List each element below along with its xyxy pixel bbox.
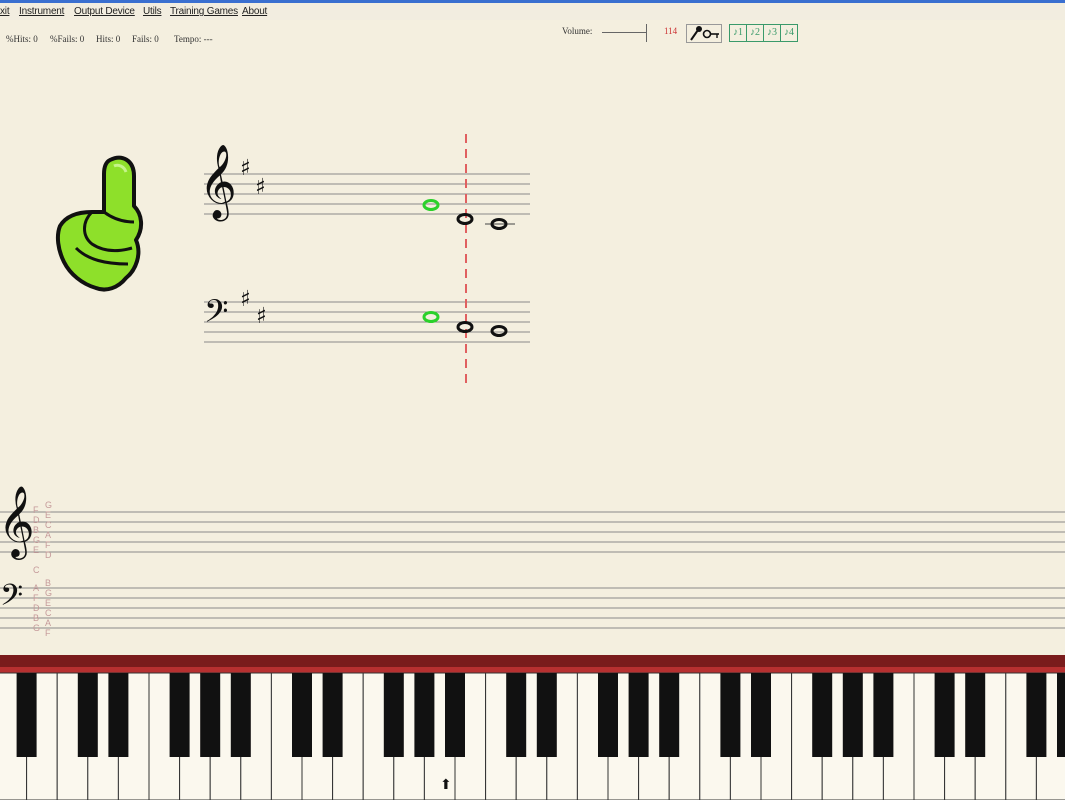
black-key[interactable] xyxy=(506,673,527,757)
note-label: C xyxy=(45,608,52,618)
track-toggle-2[interactable]: ♪2 xyxy=(746,24,764,42)
mic-key-icon xyxy=(690,26,719,41)
black-key[interactable] xyxy=(965,673,986,757)
black-key[interactable] xyxy=(200,673,221,757)
black-key[interactable] xyxy=(1026,673,1047,757)
menu-exit[interactable]: xit xyxy=(0,6,10,17)
note-label: G xyxy=(33,535,41,545)
whole-note xyxy=(456,213,474,225)
thumbs-up-icon xyxy=(55,155,143,292)
note-label: C xyxy=(45,520,52,530)
whole-note xyxy=(490,325,508,337)
black-key[interactable] xyxy=(812,673,833,757)
reference-bass-clef-icon: 𝄢 xyxy=(0,579,24,620)
black-key[interactable] xyxy=(842,673,863,757)
black-key[interactable] xyxy=(383,673,404,757)
pct-fails-stat: %Fails: 0 xyxy=(50,34,85,44)
note-label: F xyxy=(33,505,39,515)
mic-key-button[interactable] xyxy=(686,24,722,43)
black-key[interactable] xyxy=(292,673,312,757)
treble-clef-icon: 𝄞 xyxy=(199,145,237,219)
black-key[interactable] xyxy=(873,673,894,757)
note-label: E xyxy=(45,598,52,608)
up-arrow-icon: ⬆ xyxy=(440,777,452,793)
note-label: E xyxy=(33,545,40,555)
volume-thumb[interactable] xyxy=(646,24,653,42)
piano-top-strip xyxy=(0,667,1065,673)
sharp-icon: ♯ xyxy=(240,156,251,181)
note-label: A xyxy=(45,530,52,540)
volume-value: 114 xyxy=(664,26,678,36)
black-key[interactable] xyxy=(628,673,649,757)
bass-clef-icon: 𝄢 xyxy=(204,293,229,337)
note-label: F xyxy=(45,628,51,638)
bass-staff xyxy=(204,301,530,343)
note-label: A xyxy=(33,583,40,593)
black-key[interactable] xyxy=(536,673,557,757)
black-key[interactable] xyxy=(108,673,129,757)
track-toggle-4[interactable]: ♪4 xyxy=(780,24,798,42)
note-label: A xyxy=(45,618,52,628)
tempo-stat: Tempo: --- xyxy=(174,34,213,44)
track-toggle-group: ♪1 ♪2 ♪3 ♪4 xyxy=(729,24,799,42)
track-toggle-1[interactable]: ♪1 xyxy=(729,24,747,42)
reference-bass-staff xyxy=(0,587,1065,629)
menu-bar: xit Instrument Output Device Utils Train… xyxy=(0,0,1065,20)
black-key[interactable] xyxy=(169,673,190,757)
correct-note-treble xyxy=(422,199,440,211)
menu-training-games[interactable]: Training Games xyxy=(170,6,238,17)
note-label: D xyxy=(33,515,40,525)
black-key[interactable] xyxy=(77,673,98,757)
sharp-icon: ♯ xyxy=(256,304,267,329)
note-label: G xyxy=(45,588,53,598)
black-key[interactable] xyxy=(1057,673,1065,757)
note-label: E xyxy=(45,510,52,520)
volume-track xyxy=(602,32,646,33)
note-label: B xyxy=(33,613,40,623)
black-key[interactable] xyxy=(322,673,343,757)
whole-note xyxy=(456,321,474,333)
piano-top-strip xyxy=(0,655,1065,667)
note-label: G xyxy=(45,500,53,510)
black-key[interactable] xyxy=(445,673,465,757)
exercise-staves xyxy=(204,134,530,386)
volume-slider[interactable] xyxy=(602,24,658,42)
note-label: C xyxy=(33,565,40,575)
sharp-icon: ♯ xyxy=(255,175,266,200)
track-toggle-3[interactable]: ♪3 xyxy=(763,24,781,42)
black-key[interactable] xyxy=(659,673,680,757)
note-label: F xyxy=(33,593,39,603)
menu-instrument[interactable]: Instrument xyxy=(19,6,64,17)
sharp-icon: ♯ xyxy=(240,287,251,312)
menu-utils[interactable]: Utils xyxy=(143,6,162,17)
note-label: F xyxy=(45,540,51,550)
note-label: G xyxy=(33,623,41,633)
volume-label: Volume: xyxy=(562,26,593,36)
black-key[interactable] xyxy=(230,673,251,757)
hits-stat: Hits: 0 xyxy=(96,34,121,44)
piano-keyboard[interactable]: ⬆ xyxy=(0,655,1065,800)
reference-treble-clef-icon: 𝄞 xyxy=(0,484,35,557)
black-key[interactable] xyxy=(414,673,435,757)
menu-about[interactable]: About xyxy=(242,6,267,17)
menu-output-device[interactable]: Output Device xyxy=(74,6,135,17)
pct-hits-stat: %Hits: 0 xyxy=(6,34,38,44)
note-label: D xyxy=(45,550,52,560)
reference-staves xyxy=(0,511,1065,629)
correct-note-bass xyxy=(422,311,440,323)
reference-treble-staff xyxy=(0,511,1065,553)
note-label: B xyxy=(45,578,52,588)
black-key[interactable] xyxy=(751,673,771,757)
black-key[interactable] xyxy=(934,673,955,757)
treble-staff xyxy=(204,173,530,215)
black-key[interactable] xyxy=(16,673,37,757)
black-key[interactable] xyxy=(598,673,618,757)
black-key[interactable] xyxy=(720,673,741,757)
note-label: D xyxy=(33,603,40,613)
fails-stat: Fails: 0 xyxy=(132,34,159,44)
note-label: B xyxy=(33,525,40,535)
